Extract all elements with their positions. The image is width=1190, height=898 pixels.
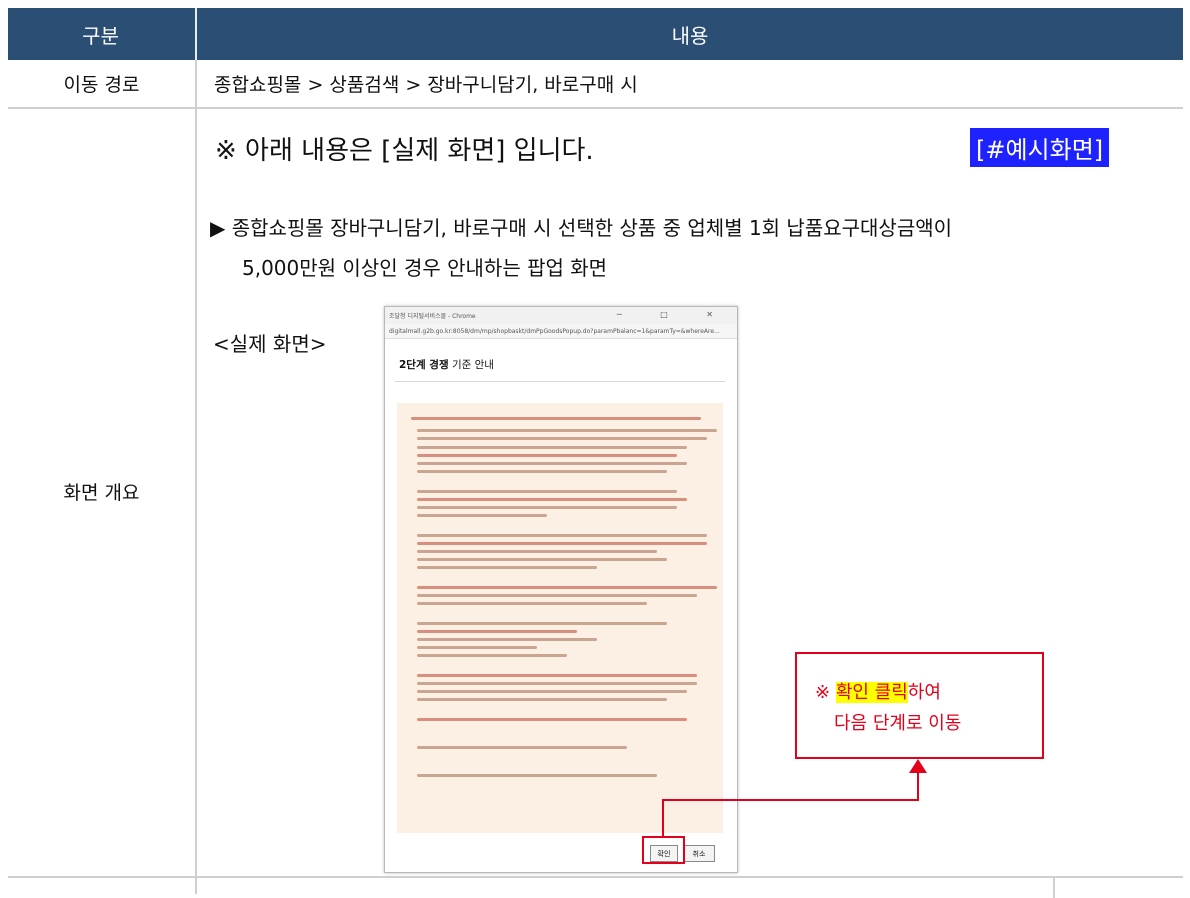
popup-window-screenshot: 조달청 디지털서비스몰 - Chrome ─ □ ✕ digitalmall.g… xyxy=(384,306,738,873)
example-screen-tag: [#예시화면] xyxy=(970,128,1110,167)
table-header: 구분 내용 xyxy=(8,8,1183,60)
popup-text-line xyxy=(417,746,627,749)
popup-text-line xyxy=(417,462,687,465)
column-divider xyxy=(195,60,197,894)
popup-text-line xyxy=(417,586,717,589)
popup-title: 2단계 경쟁 기준 안내 xyxy=(399,357,494,372)
description-line-1: ▶ 종합쇼핑몰 장바구니담기, 바로구매 시 선택한 상품 중 업체별 1회 납… xyxy=(210,216,953,240)
popup-text-line xyxy=(417,646,537,649)
popup-text-line xyxy=(417,542,707,545)
pointer-line-up xyxy=(917,772,919,801)
callout-line-1: ※ 확인 클릭하여 xyxy=(815,678,941,704)
popup-text-line xyxy=(417,682,697,685)
arrow-up-icon xyxy=(909,759,927,773)
popup-text-line xyxy=(411,417,701,420)
table-row-route: 이동 경로 종합쇼핑몰 > 상품검색 > 장바구니담기, 바로구매 시 xyxy=(8,60,1183,109)
popup-notice-content xyxy=(397,403,723,833)
popup-url-bar: digitalmall.g2b.go.kr:8058/dm/mp/shopbas… xyxy=(385,324,737,339)
callout-suffix: 하여 xyxy=(907,682,941,703)
popup-text-line xyxy=(417,718,687,721)
row-bottom-border xyxy=(8,876,1183,878)
popup-text-line xyxy=(417,774,657,777)
popup-text-line xyxy=(417,630,577,633)
popup-text-line xyxy=(417,514,547,517)
callout-highlight: 확인 클릭 xyxy=(835,682,908,703)
popup-text-line xyxy=(417,446,687,449)
popup-text-line xyxy=(417,654,567,657)
pointer-line-horizontal xyxy=(662,799,919,801)
popup-text-line xyxy=(417,506,677,509)
popup-text-line xyxy=(417,690,687,693)
overview-label: 화면 개요 xyxy=(63,482,140,504)
callout-prefix: ※ xyxy=(815,682,836,703)
popup-text-line xyxy=(417,638,597,641)
popup-text-line xyxy=(417,534,707,537)
popup-window-title: 조달청 디지털서비스몰 - Chrome xyxy=(389,313,476,320)
popup-titlebar: 조달청 디지털서비스몰 - Chrome ─ □ ✕ xyxy=(385,307,737,324)
popup-text-line xyxy=(417,429,717,432)
pointer-line-vertical xyxy=(662,800,664,836)
callout-line-2: 다음 단계로 이동 xyxy=(834,713,962,734)
real-screen-note: ※ 아래 내용은 [실제 화면] 입니다. xyxy=(215,136,594,166)
popup-title-divider xyxy=(395,381,725,382)
popup-text-line xyxy=(417,550,657,553)
popup-text-line xyxy=(417,490,677,493)
popup-text-line xyxy=(417,602,647,605)
popup-text-line xyxy=(417,698,667,701)
popup-title-rest: 기준 안내 xyxy=(451,359,494,371)
route-label: 이동 경로 xyxy=(63,74,140,96)
popup-text-line xyxy=(417,566,597,569)
confirm-highlight-box xyxy=(642,836,685,864)
route-value: 종합쇼핑몰 > 상품검색 > 장바구니담기, 바로구매 시 xyxy=(214,74,638,96)
popup-text-line xyxy=(417,437,707,440)
screen-sublabel: <실제 화면> xyxy=(213,332,327,356)
instruction-callout: ※ 확인 클릭하여 다음 단계로 이동 xyxy=(795,652,1044,759)
popup-text-line xyxy=(417,674,697,677)
popup-text-line xyxy=(417,470,667,473)
popup-text-line xyxy=(417,558,667,561)
header-col-content: 내용 xyxy=(671,23,709,48)
next-row-divider xyxy=(1053,878,1055,898)
description-line-2: 5,000만원 이상인 경우 안내하는 팝업 화면 xyxy=(242,256,608,280)
popup-text-line xyxy=(417,594,697,597)
popup-title-bold: 2단계 경쟁 xyxy=(399,359,449,371)
popup-text-line xyxy=(417,498,687,501)
cancel-button[interactable]: 취소 xyxy=(683,845,715,862)
popup-text-line xyxy=(417,454,677,457)
header-col-category: 구분 xyxy=(82,23,119,48)
window-controls[interactable]: ─ □ ✕ xyxy=(617,310,731,319)
popup-text-line xyxy=(417,622,667,625)
